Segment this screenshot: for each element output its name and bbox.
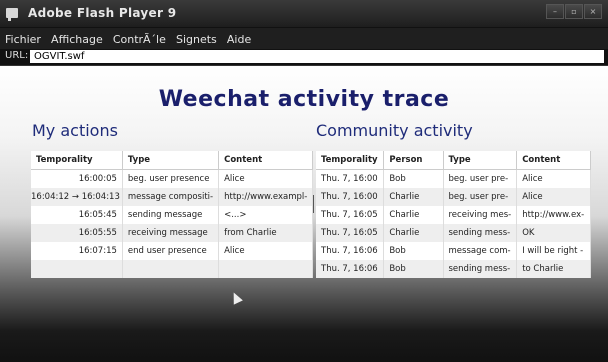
table-row[interactable]: 16:05:45 sending message <...> <box>31 206 314 224</box>
my-actions-title: My actions <box>32 121 118 140</box>
cell-content: to Charlie <box>516 260 591 278</box>
url-bar: URL: OGVIT.swf <box>0 49 608 66</box>
cell-content: I will be right - <box>516 242 591 260</box>
table-header-row: Temporality Type Content <box>31 151 314 170</box>
maximize-button[interactable]: ▫ <box>565 4 583 19</box>
monitor-icon <box>6 8 18 21</box>
cell-temporality: Thu. 7, 16:06 <box>316 242 385 260</box>
cell-content: Alice <box>516 169 591 188</box>
minimize-button[interactable]: – <box>546 4 564 19</box>
table-header-row: Temporality Person Type Content <box>316 151 591 170</box>
column-header-type[interactable]: Type <box>122 151 220 170</box>
menu-controle[interactable]: ContrÃ´le <box>113 29 166 50</box>
cell-temporality: 16:07:15 <box>31 242 123 260</box>
column-header-temporality[interactable]: Temporality <box>31 151 123 170</box>
flash-player-window: Adobe Flash Player 9 – ▫ × Fichier Affic… <box>0 0 608 362</box>
cell-type: receiving message <box>122 224 220 242</box>
menu-aide[interactable]: Aide <box>227 29 251 50</box>
cell-content: http://www.exampl- <box>218 188 314 206</box>
window-title: Adobe Flash Player 9 <box>28 6 177 20</box>
cell-type: beg. user presence <box>122 169 220 188</box>
cell-content: Alice <box>516 188 591 206</box>
cell-person: Bob <box>383 169 444 188</box>
cell-type: message com- <box>443 242 518 260</box>
cell-person: Charlie <box>383 188 444 206</box>
cell-temporality: Thu. 7, 16:05 <box>316 224 385 242</box>
cell-temporality: 16:05:45 <box>31 206 123 224</box>
cell-content: http://www.ex- <box>516 206 591 224</box>
cell-type: sending message <box>122 206 220 224</box>
close-button[interactable]: × <box>584 4 602 19</box>
cell-content: <...> <box>218 206 314 224</box>
cell-type: end user presence <box>122 242 220 260</box>
cell-type: receiving mes- <box>443 206 518 224</box>
column-header-temporality[interactable]: Temporality <box>316 151 385 170</box>
cell-temporality: Thu. 7, 16:05 <box>316 206 385 224</box>
cell-content: OK <box>516 224 591 242</box>
cell-person: Bob <box>383 260 444 278</box>
column-header-person[interactable]: Person <box>383 151 444 170</box>
table-row[interactable] <box>31 260 314 278</box>
page-title: Weechat activity trace <box>158 87 450 112</box>
menu-fichier[interactable]: Fichier <box>5 29 41 50</box>
cell-type: sending mess- <box>443 224 518 242</box>
flash-stage: Weechat activity trace My actions Commun… <box>0 66 608 362</box>
table-row[interactable]: 16:04:12 → 16:04:13 message compositi- h… <box>31 188 314 206</box>
table-row[interactable]: Thu. 7, 16:06 Bob message com- I will be… <box>316 242 591 260</box>
table-row[interactable]: Thu. 7, 16:05 Charlie sending mess- OK <box>316 224 591 242</box>
table-row[interactable]: 16:05:55 receiving message from Charlie <box>31 224 314 242</box>
url-field[interactable]: OGVIT.swf <box>30 50 604 63</box>
cell-type: beg. user pre- <box>443 188 518 206</box>
column-header-content[interactable]: Content <box>516 151 591 170</box>
cell-content: Alice <box>218 169 314 188</box>
table-row[interactable]: Thu. 7, 16:00 Charlie beg. user pre- Ali… <box>316 188 591 206</box>
cell-temporality: 16:00:05 <box>31 169 123 188</box>
cell-type: message compositi- <box>122 188 220 206</box>
table-row[interactable]: Thu. 7, 16:06 Bob sending mess- to Charl… <box>316 260 591 278</box>
url-label: URL: <box>5 50 29 61</box>
cell-content: Alice <box>218 242 314 260</box>
table-row[interactable]: 16:07:15 end user presence Alice <box>31 242 314 260</box>
table-row[interactable]: 16:00:05 beg. user presence Alice <box>31 169 314 188</box>
community-activity-table: Temporality Person Type Content Thu. 7, … <box>316 151 591 278</box>
cell-content: from Charlie <box>218 224 314 242</box>
menu-affichage[interactable]: Affichage <box>51 29 103 50</box>
table-row[interactable]: Thu. 7, 16:00 Bob beg. user pre- Alice <box>316 169 591 188</box>
title-bar[interactable]: Adobe Flash Player 9 – ▫ × <box>0 0 608 28</box>
mouse-pointer-icon <box>229 290 243 305</box>
table-row[interactable]: Thu. 7, 16:05 Charlie receiving mes- htt… <box>316 206 591 224</box>
cell-person: Charlie <box>383 206 444 224</box>
cell-type <box>122 260 220 278</box>
menu-signets[interactable]: Signets <box>176 29 217 50</box>
cell-temporality: Thu. 7, 16:06 <box>316 260 385 278</box>
cell-temporality: Thu. 7, 16:00 <box>316 188 385 206</box>
cell-type: sending mess- <box>443 260 518 278</box>
cell-content <box>218 260 314 278</box>
community-activity-title: Community activity <box>316 121 473 140</box>
column-header-type[interactable]: Type <box>443 151 518 170</box>
cell-person: Charlie <box>383 224 444 242</box>
cell-temporality: 16:05:55 <box>31 224 123 242</box>
menu-bar: Fichier Affichage ContrÃ´le Signets Aide <box>0 28 608 49</box>
cell-temporality <box>31 260 123 278</box>
cell-temporality: Thu. 7, 16:00 <box>316 169 385 188</box>
my-actions-table: Temporality Type Content 16:00:05 beg. u… <box>31 151 314 278</box>
column-header-content[interactable]: Content <box>218 151 314 170</box>
cell-type: beg. user pre- <box>443 169 518 188</box>
cell-temporality: 16:04:12 → 16:04:13 <box>31 188 123 206</box>
cell-person: Bob <box>383 242 444 260</box>
